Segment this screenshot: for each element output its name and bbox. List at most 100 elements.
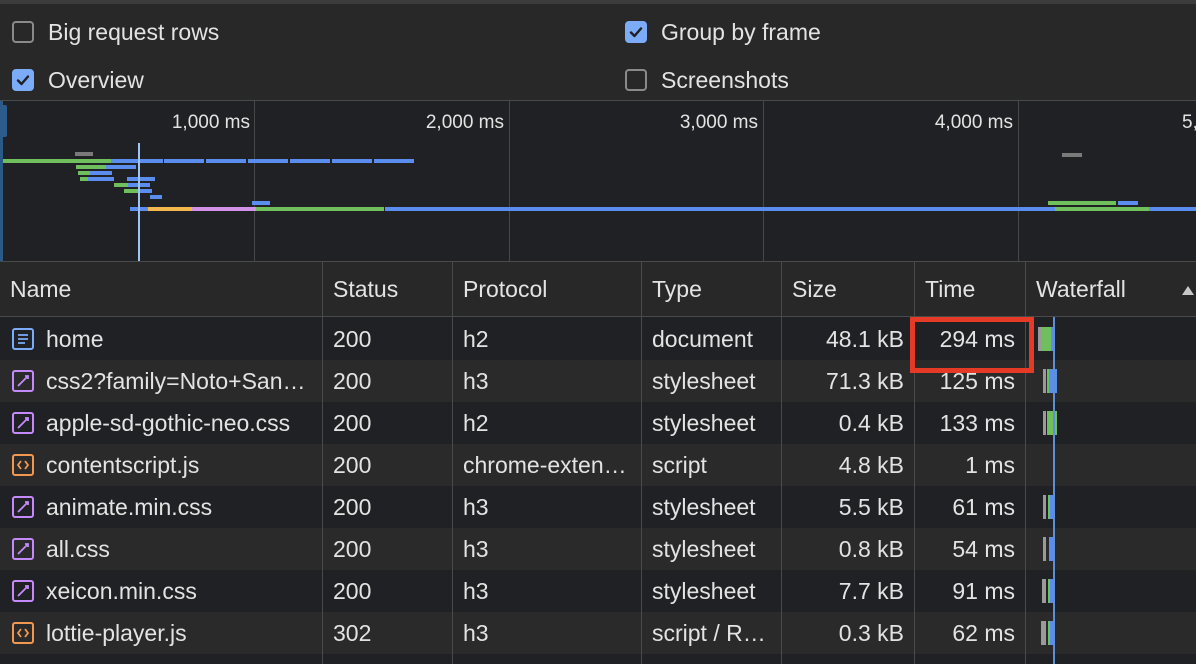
column-header-waterfall[interactable]: Waterfall [1026,262,1196,317]
column-header-size[interactable]: Size [782,262,915,317]
stylesheet-icon [12,370,34,392]
table-row[interactable]: apple-sd-gothic-neo.css 200 h2 stylesheet 0.… [0,402,1196,444]
request-name: animate.min.css [46,494,213,520]
overview-bar [1118,201,1138,205]
request-time: 125 ms [939,368,1015,394]
request-protocol: h3 [463,578,489,604]
overview-bar [1055,207,1149,211]
waterfall-bar [1043,537,1046,561]
request-protocol: chrome-extension [463,452,641,478]
request-status: 200 [333,452,372,478]
overview-bar [114,183,128,187]
table-row[interactable]: contentscript.js 200 chrome-extension scrip… [0,444,1196,486]
request-status: 200 [333,326,372,352]
request-protocol: h2 [463,410,489,436]
overview-tick-label: 3,000 ms [679,112,758,133]
request-time: 62 ms [952,620,1015,646]
stylesheet-icon [12,538,34,560]
request-protocol: h3 [463,494,489,520]
request-type: document [652,326,754,352]
overview-bar [192,207,256,211]
request-size: 48.1 kB [826,326,904,352]
request-name: contentscript.js [46,452,200,478]
table-row[interactable]: css2?family=Noto+Sans+KR 200 h3 stylesheet 7… [0,360,1196,402]
big-request-rows-option[interactable]: Big request rows [12,17,219,47]
network-settings-panel: Big request rows Group by frame Overview… [0,0,1196,101]
overview-bar [385,207,1055,211]
request-status: 200 [333,410,372,436]
sort-ascending-icon [1182,286,1194,295]
overview-tick-label: 1,000 ms [171,112,250,133]
request-type: script / Redirect [652,620,781,646]
big-request-rows-label: Big request rows [48,18,220,45]
overview-gridline [1018,101,1019,261]
checkmark-icon [16,75,30,86]
waterfall-bar [1043,369,1046,393]
column-divider [322,262,323,664]
request-time: 294 ms [939,326,1015,352]
overview-bar [76,165,106,169]
column-header-type[interactable]: Type [642,262,782,317]
stylesheet-icon [12,412,34,434]
column-divider [641,262,642,664]
request-type: stylesheet [652,410,756,436]
table-row[interactable]: lottie-player.js 302 h3 script / Redirect 0.… [0,612,1196,654]
request-size: 0.4 kB [838,410,904,436]
screenshots-option[interactable]: Screenshots [625,65,789,95]
overview-range-handle[interactable] [0,105,7,137]
request-size: 7.7 kB [838,578,904,604]
table-header: Name Status Protocol Type Size Time Wate… [0,262,1196,317]
column-divider [781,262,782,664]
stylesheet-icon [12,580,34,602]
column-divider [452,262,453,664]
request-status: 200 [333,536,372,562]
network-overview-timeline[interactable]: 1,000 ms 2,000 ms 3,000 ms 4,000 ms 5, [0,101,1196,262]
waterfall-bar [1041,621,1046,645]
network-request-table: Name Status Protocol Type Size Time Wate… [0,262,1196,664]
overview-bar [106,165,136,169]
overview-tick-label: 5, [1182,112,1196,133]
waterfall-bar [1041,327,1051,351]
overview-bar [80,177,88,181]
overview-bar [78,171,90,175]
request-size: 4.8 kB [838,452,904,478]
group-by-frame-label: Group by frame [661,18,821,45]
screenshots-checkbox[interactable] [625,69,647,91]
overview-bar [1048,201,1116,205]
overview-gridline [509,101,510,261]
request-type: stylesheet [652,536,756,562]
table-row[interactable]: all.css 200 h3 stylesheet 0.8 kB 54 ms [0,528,1196,570]
request-status: 200 [333,368,372,394]
request-protocol: h3 [463,368,489,394]
group-by-frame-option[interactable]: Group by frame [625,17,821,47]
overview-label: Overview [48,66,144,93]
script-icon [12,454,34,476]
table-row[interactable]: xeicon.min.css 200 h3 stylesheet 7.7 kB 91 ms [0,570,1196,612]
table-row[interactable]: animate.min.css 200 h3 stylesheet 5.5 kB 61 m… [0,486,1196,528]
column-divider [914,262,915,664]
overview-bar [148,207,192,211]
request-size: 71.3 kB [826,368,904,394]
request-name: lottie-player.js [46,620,187,646]
overview-tick-label: 2,000 ms [425,112,504,133]
request-time: 91 ms [952,578,1015,604]
request-name: xeicon.min.css [46,578,197,604]
column-header-time[interactable]: Time [915,262,1026,317]
overview-bar [88,177,114,181]
request-status: 200 [333,494,372,520]
group-by-frame-checkbox[interactable] [625,21,647,43]
overview-bar [71,159,111,163]
overview-gridline [254,101,255,261]
request-size: 0.8 kB [838,536,904,562]
overview-bar [75,152,93,156]
column-header-protocol[interactable]: Protocol [453,262,642,317]
overview-option[interactable]: Overview [12,65,144,95]
waterfall-header-label: Waterfall [1036,276,1126,302]
overview-bar [111,159,163,163]
overview-bar [164,159,414,163]
big-request-rows-checkbox[interactable] [12,21,34,43]
overview-checkbox[interactable] [12,69,34,91]
column-header-status[interactable]: Status [323,262,453,317]
table-row[interactable]: home 200 h2 document 48.1 kB 294 ms [0,318,1196,360]
column-header-name[interactable]: Name [0,262,323,317]
